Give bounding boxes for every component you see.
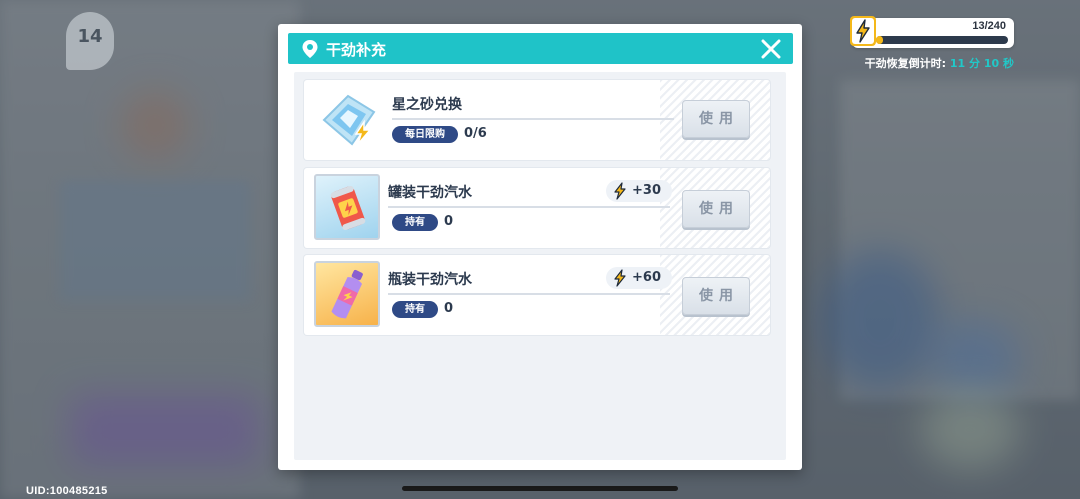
energy-bolt-icon xyxy=(614,182,626,200)
dialog-header: 干劲补充 xyxy=(288,33,793,64)
daily-limit-badge: 每日限购 xyxy=(392,126,458,143)
player-level-badge: 14 xyxy=(66,12,114,70)
energy-meter: 13/240 xyxy=(850,16,1014,48)
energy-bolt-icon xyxy=(614,269,626,287)
item-name: 星之砂兑换 xyxy=(392,97,462,113)
use-button-can-soda[interactable]: 使用 xyxy=(682,190,750,228)
divider xyxy=(388,206,670,208)
divider xyxy=(392,118,674,120)
list-item-bottle-soda: 瓶装干劲汽水 +60 持有 0 使用 xyxy=(304,255,770,335)
item-tile xyxy=(314,174,380,240)
energy-bar-fill xyxy=(876,36,884,44)
energy-bonus-badge: +30 xyxy=(606,180,672,202)
star-sand-crystal-icon xyxy=(322,94,376,146)
purchase-count: 0/6 xyxy=(464,126,487,141)
home-indicator[interactable] xyxy=(402,486,678,491)
energy-refill-dialog: 干劲补充 星之砂兑换 每日限购 0/6 使用 罐装干劲汽水 +30 持有 0 使… xyxy=(278,24,802,470)
use-button-star-sand[interactable]: 使用 xyxy=(682,100,750,138)
energy-bonus-badge: +60 xyxy=(606,267,672,289)
energy-bonus-value: +30 xyxy=(632,183,661,198)
item-name: 罐装干劲汽水 xyxy=(388,185,472,201)
location-pin-icon xyxy=(302,40,318,58)
divider xyxy=(388,293,670,295)
user-id-label: UID:100485215 xyxy=(26,485,108,497)
item-list: 星之砂兑换 每日限购 0/6 使用 罐装干劲汽水 +30 持有 0 使用 瓶装干… xyxy=(294,72,786,460)
owned-count: 0 xyxy=(444,214,454,229)
list-item-can-soda: 罐装干劲汽水 +30 持有 0 使用 xyxy=(304,168,770,248)
dialog-title: 干劲补充 xyxy=(326,41,387,59)
item-tile xyxy=(314,261,380,327)
energy-bar xyxy=(876,36,1008,44)
close-icon[interactable] xyxy=(759,37,783,61)
energy-count: 13/240 xyxy=(972,20,1006,32)
energy-countdown: 干劲恢复倒计时: 11 分 10 秒 xyxy=(865,55,1014,71)
owned-count: 0 xyxy=(444,301,454,316)
countdown-label: 干劲恢复倒计时: xyxy=(864,57,947,70)
use-button-bottle-soda[interactable]: 使用 xyxy=(682,277,750,315)
energy-bolt-icon xyxy=(850,16,876,46)
energy-can-icon xyxy=(330,185,366,231)
owned-badge: 持有 xyxy=(392,301,438,318)
countdown-value: 11 分 10 秒 xyxy=(949,57,1014,70)
item-name: 瓶装干劲汽水 xyxy=(388,272,472,288)
player-level: 14 xyxy=(77,26,103,47)
energy-bonus-value: +60 xyxy=(632,270,661,285)
energy-bottle-icon xyxy=(331,269,363,319)
list-item-star-sand: 星之砂兑换 每日限购 0/6 使用 xyxy=(304,80,770,160)
owned-badge: 持有 xyxy=(392,214,438,231)
